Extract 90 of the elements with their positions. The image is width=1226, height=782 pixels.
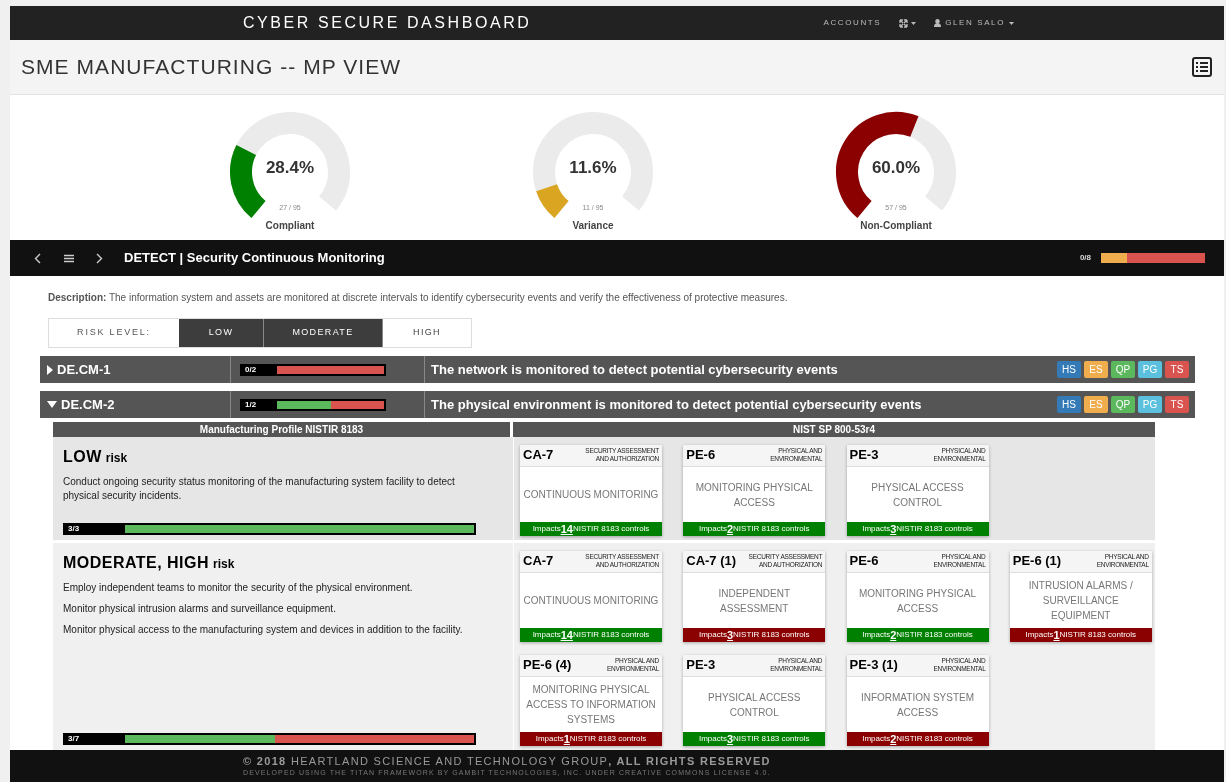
column-header: NIST SP 800-53r4: [513, 422, 1155, 437]
expand-menu-button[interactable]: [899, 18, 917, 28]
control-title: INTRUSION ALARMS / SURVEILLANCE EQUIPMENT: [1027, 579, 1134, 623]
tag-badge: PG: [1138, 396, 1162, 413]
control-title: PHYSICAL ACCESS CONTROL: [870, 480, 965, 510]
control-title: MONITORING PHYSICAL ACCESS: [857, 586, 978, 616]
impacts-label: Impacts1NISTIR 8183 controls: [520, 732, 662, 746]
subcategory-text: The network is monitored to detect potential cybersecurity events: [431, 360, 838, 379]
control-title: CONTINUOUS MONITORING: [523, 488, 659, 502]
section-title: DETECT | Security Continuous Monitoring: [124, 249, 385, 268]
page-title: SME MANUFACTURING -- MP VIEW: [21, 54, 402, 81]
user-menu-button[interactable]: GLEN SALO: [934, 17, 1014, 29]
progress-count: 3/7: [67, 733, 81, 745]
control-id: PE-6: [686, 447, 716, 463]
impacts-label: Impacts2NISTIR 8183 controls: [846, 628, 989, 642]
list-view-button[interactable]: [1192, 57, 1212, 77]
tag-badge: QP: [1111, 396, 1135, 413]
subcategory-id: DE.CM-2: [61, 395, 115, 414]
control-id: PE-3 (1): [849, 657, 898, 673]
tag-badge: TS: [1165, 396, 1189, 413]
progress-count: 1/2: [244, 398, 258, 411]
tag-badge: ES: [1084, 361, 1108, 378]
subcategory-row[interactable]: DE.CM-2 1/2 The physical environment is monitored to detect potential cybersecurity events HS ES QP PG TS: [40, 391, 1195, 418]
expand-icon: [899, 18, 909, 28]
description-text: Description: The information system and assets are monitored at discrete intervals to identify cybersecurity events and verify the effectiveness of protective measures.: [48, 291, 789, 305]
menu-icon: [64, 253, 74, 263]
tag-badge: PG: [1138, 361, 1162, 378]
control-title: PHYSICAL ACCESS CONTROL: [707, 690, 802, 720]
impacts-label: Impacts2NISTIR 8183 controls: [846, 732, 989, 746]
risk-suffix: risk: [105, 450, 128, 467]
previous-button[interactable]: [34, 252, 41, 264]
gauge-label: Compliant: [265, 219, 315, 233]
control-title: MONITORING PHYSICAL ACCESS TO INFORMATION SYSTEMS: [525, 683, 657, 727]
impacts-label: Impacts14NISTIR 8183 controls: [520, 522, 662, 536]
impacts-label: Impacts2NISTIR 8183 controls: [683, 522, 826, 536]
impacts-label: Impacts1NISTIR 8183 controls: [1009, 628, 1152, 642]
gauge-value: 28.4%: [265, 157, 315, 179]
statement-text: Monitor physical access to the manufacturing system and devices in addition to the facility.: [63, 623, 464, 637]
control-id: CA-7 (1): [686, 553, 737, 569]
nav-link[interactable]: ACCOUNTS: [823, 17, 882, 29]
control-id: PE-3: [849, 447, 879, 463]
control-title: MONITORING PHYSICAL ACCESS: [694, 480, 814, 510]
control-title: INFORMATION SYSTEM ACCESS: [859, 690, 976, 720]
impacts-label: Impacts14NISTIR 8183 controls: [520, 628, 662, 642]
control-id: PE-3: [686, 657, 716, 673]
control-id: CA-7: [523, 447, 554, 463]
list-icon: [1192, 57, 1212, 77]
risk-heading: LOW: [63, 447, 102, 467]
risk-level-tab[interactable]: MODERATE: [264, 319, 383, 347]
caret-icon: [911, 21, 917, 25]
control-id: CA-7: [523, 553, 554, 569]
tag-badge: ES: [1084, 396, 1108, 413]
next-button[interactable]: [96, 252, 103, 264]
gauge-value: 60.0%: [871, 157, 921, 179]
progress-count: 0/8: [1079, 252, 1091, 264]
gauge-value: 11.6%: [569, 157, 617, 179]
risk-heading: MODERATE, HIGH: [63, 553, 209, 573]
tag-badge: HS: [1057, 396, 1081, 413]
gauge-label: Variance: [572, 219, 614, 233]
subcategory-text: The physical environment is monitored to detect potential cybersecurity events: [431, 395, 922, 414]
control-title: CONTINUOUS MONITORING: [523, 594, 659, 608]
tag-badge: TS: [1165, 361, 1189, 378]
column-header: Manufacturing Profile NISTIR 8183: [53, 422, 510, 437]
control-id: PE-6 (4): [523, 657, 572, 673]
chevron-right-icon: [96, 252, 103, 264]
tag-badge: QP: [1111, 361, 1135, 378]
statement-text: Employ independent teams to monitor the security of the physical environment.: [63, 581, 414, 595]
risk-suffix: risk: [213, 556, 235, 573]
risk-level-tab[interactable]: LOW: [179, 319, 264, 347]
impacts-label: Impacts3NISTIR 8183 controls: [683, 732, 826, 746]
tag-badge: HS: [1057, 361, 1081, 378]
risk-level-label: RISK LEVEL:: [76, 326, 152, 340]
chevron-left-icon: [34, 252, 41, 264]
control-id: PE-6: [849, 553, 879, 569]
progress-count: 0/2: [244, 363, 258, 376]
subcategory-id: DE.CM-1: [57, 360, 111, 379]
brand-title: CYBER SECURE DASHBOARD: [243, 13, 532, 33]
control-id: PE-6 (1): [1012, 553, 1062, 569]
statement-text: Conduct ongoing security status monitoring of the manufacturing system facility to detect physical security incidents.: [63, 475, 456, 503]
control-title: INDEPENDENT ASSESSMENT: [717, 586, 792, 616]
user-icon: [934, 19, 942, 27]
impacts-label: Impacts3NISTIR 8183 controls: [846, 522, 989, 536]
subcategory-row[interactable]: DE.CM-1 0/2 The network is monitored to detect potential cybersecurity events HS ES QP PG TS: [40, 356, 1195, 383]
menu-button[interactable]: [64, 253, 74, 263]
gauge-label: Non-Compliant: [860, 219, 932, 233]
impacts-label: Impacts3NISTIR 8183 controls: [683, 628, 826, 642]
caret-icon: [1009, 21, 1014, 25]
progress-count: 3/3: [67, 523, 81, 535]
copyright-text: © 2018 HEARTLAND SCIENCE AND TECHNOLOGY GROUP, ALL RIGHTS RESERVED: [243, 755, 772, 768]
statement-text: Monitor physical intrusion alarms and surveillance equipment.: [63, 602, 337, 616]
